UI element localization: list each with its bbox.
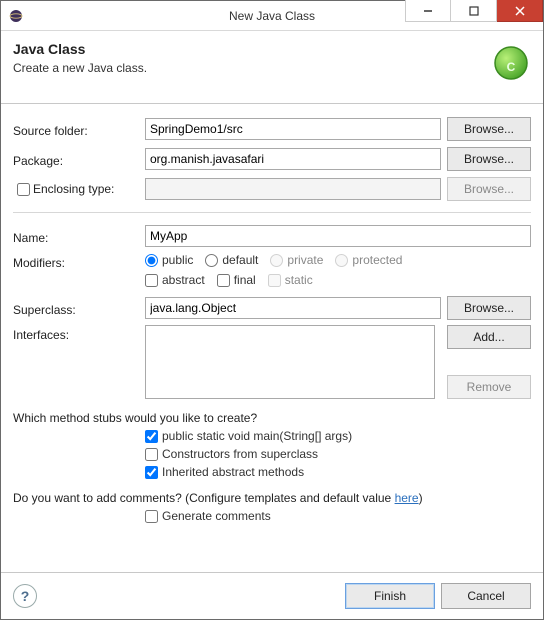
modifier-abstract[interactable]: abstract	[145, 273, 205, 287]
add-interface-button[interactable]: Add...	[447, 325, 531, 349]
dialog-header: Java Class Create a new Java class. C	[1, 31, 543, 104]
stubs-question: Which method stubs would you like to cre…	[13, 411, 531, 425]
stub-inherited[interactable]: Inherited abstract methods	[145, 465, 531, 479]
title-bar: New Java Class	[1, 1, 543, 31]
dialog-body: Source folder: Browse... Package: Browse…	[1, 104, 543, 572]
superclass-input[interactable]	[145, 297, 441, 319]
comments-question: Do you want to add comments? (Configure …	[13, 491, 531, 505]
modifier-public[interactable]: public	[145, 253, 193, 267]
package-input[interactable]	[145, 148, 441, 170]
svg-text:C: C	[507, 60, 516, 74]
separator	[13, 212, 531, 213]
modifier-static: static	[268, 273, 313, 287]
name-input[interactable]	[145, 225, 531, 247]
dialog-footer: ? Finish Cancel	[1, 572, 543, 619]
stub-main[interactable]: public static void main(String[] args)	[145, 429, 531, 443]
configure-link[interactable]: here	[395, 491, 419, 505]
header-subtitle: Create a new Java class.	[13, 61, 483, 75]
cancel-button[interactable]: Cancel	[441, 583, 531, 609]
browse-enclosing-button: Browse...	[447, 177, 531, 201]
stub-constructors[interactable]: Constructors from superclass	[145, 447, 531, 461]
package-label: Package:	[13, 151, 145, 168]
remove-interface-button: Remove	[447, 375, 531, 399]
enclosing-type-input	[145, 178, 441, 200]
modifier-default[interactable]: default	[205, 253, 258, 267]
name-label: Name:	[13, 228, 145, 245]
browse-source-button[interactable]: Browse...	[447, 117, 531, 141]
class-icon: C	[483, 41, 531, 89]
generate-comments[interactable]: Generate comments	[145, 509, 531, 523]
browse-superclass-button[interactable]: Browse...	[447, 296, 531, 320]
modifier-final[interactable]: final	[217, 273, 256, 287]
source-folder-label: Source folder:	[13, 121, 145, 138]
finish-button[interactable]: Finish	[345, 583, 435, 609]
source-folder-input[interactable]	[145, 118, 441, 140]
modifier-protected: protected	[335, 253, 402, 267]
help-icon[interactable]: ?	[13, 584, 37, 608]
interfaces-label: Interfaces:	[13, 325, 145, 342]
window-title: New Java Class	[1, 9, 543, 23]
enclosing-type-text: Enclosing type:	[33, 182, 114, 196]
enclosing-type-checkbox[interactable]	[17, 183, 30, 196]
modifiers-label: Modifiers:	[13, 253, 145, 270]
header-title: Java Class	[13, 41, 483, 57]
interfaces-list[interactable]	[145, 325, 435, 399]
modifier-private: private	[270, 253, 323, 267]
browse-package-button[interactable]: Browse...	[447, 147, 531, 171]
superclass-label: Superclass:	[13, 300, 145, 317]
enclosing-type-label[interactable]: Enclosing type:	[13, 180, 145, 199]
